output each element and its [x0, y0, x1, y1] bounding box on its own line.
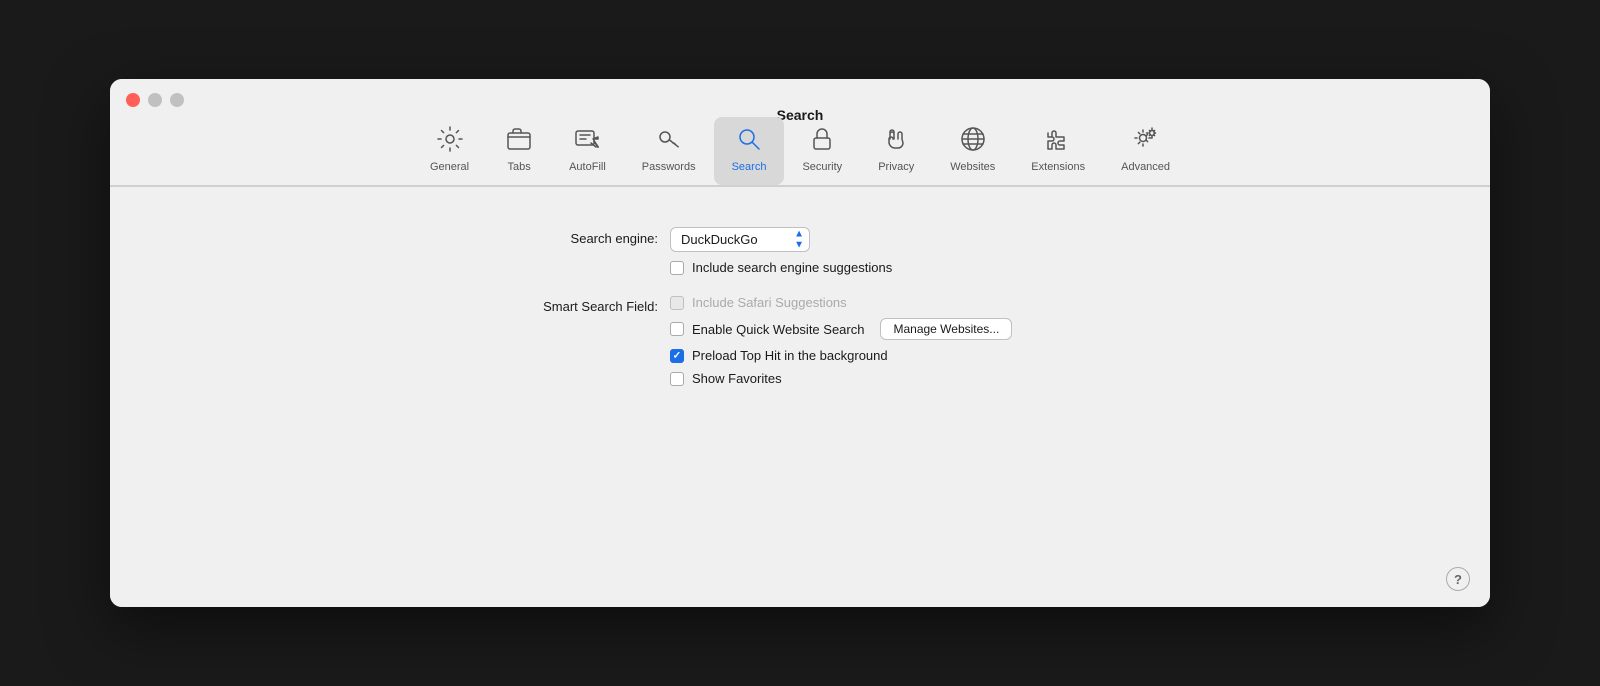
gear-icon	[436, 125, 464, 157]
tabs-icon	[505, 125, 533, 157]
toolbar-item-security[interactable]: Security	[784, 117, 860, 185]
toolbar-item-websites[interactable]: Websites	[932, 117, 1013, 185]
content-area: Search engine: Google Yahoo Bing DuckDuc…	[110, 187, 1490, 607]
toolbar-search-label: Search	[732, 161, 767, 173]
smart-search-controls: Include Safari Suggestions Enable Quick …	[670, 295, 1110, 386]
include-safari-checkbox[interactable]	[670, 296, 684, 310]
maximize-button[interactable]	[170, 93, 184, 107]
search-icon	[735, 125, 763, 157]
smart-search-row: Smart Search Field: Include Safari Sugge…	[490, 295, 1110, 386]
settings-window: Search General	[110, 79, 1490, 607]
include-safari-label: Include Safari Suggestions	[692, 295, 847, 310]
include-safari-row: Include Safari Suggestions	[670, 295, 1110, 310]
include-suggestions-label[interactable]: Include search engine suggestions	[692, 260, 892, 275]
toolbar-autofill-label: AutoFill	[569, 161, 606, 173]
lock-icon	[808, 125, 836, 157]
help-button[interactable]: ?	[1446, 567, 1470, 591]
enable-quick-label[interactable]: Enable Quick Website Search	[692, 322, 864, 337]
show-favorites-row: Show Favorites	[670, 371, 1110, 386]
close-button[interactable]	[126, 93, 140, 107]
window-controls	[126, 93, 184, 107]
show-favorites-checkbox[interactable]	[670, 372, 684, 386]
toolbar-item-tabs[interactable]: Tabs	[487, 117, 551, 185]
toolbar-advanced-label: Advanced	[1121, 161, 1170, 173]
toolbar-security-label: Security	[802, 161, 842, 173]
hand-icon	[882, 125, 910, 157]
toolbar-item-passwords[interactable]: Passwords	[624, 117, 714, 185]
autofill-icon	[573, 125, 601, 157]
globe-icon	[959, 125, 987, 157]
toolbar-tabs-label: Tabs	[507, 161, 530, 173]
search-engine-select-row: Google Yahoo Bing DuckDuckGo Ecosia ▲ ▼	[670, 227, 1110, 252]
gear-advanced-icon	[1132, 125, 1160, 157]
toolbar-item-search[interactable]: Search	[714, 117, 785, 185]
preload-top-hit-label[interactable]: Preload Top Hit in the background	[692, 348, 888, 363]
search-engine-label: Search engine:	[490, 227, 670, 246]
key-icon	[655, 125, 683, 157]
toolbar-item-privacy[interactable]: Privacy	[860, 117, 932, 185]
preload-top-hit-row: Preload Top Hit in the background	[670, 348, 1110, 363]
search-engine-select-wrapper: Google Yahoo Bing DuckDuckGo Ecosia ▲ ▼	[670, 227, 810, 252]
preload-top-hit-checkbox[interactable]	[670, 349, 684, 363]
include-suggestions-row: Include search engine suggestions	[670, 260, 1110, 275]
smart-search-label: Smart Search Field:	[490, 295, 670, 314]
include-suggestions-checkbox[interactable]	[670, 261, 684, 275]
manage-websites-button[interactable]: Manage Websites...	[880, 318, 1012, 340]
toolbar-item-general[interactable]: General	[412, 117, 487, 185]
search-engine-controls: Google Yahoo Bing DuckDuckGo Ecosia ▲ ▼	[670, 227, 1110, 275]
toolbar-item-advanced[interactable]: Advanced	[1103, 117, 1188, 185]
toolbar-general-label: General	[430, 161, 469, 173]
enable-quick-checkbox[interactable]	[670, 322, 684, 336]
toolbar-item-extensions[interactable]: Extensions	[1013, 117, 1103, 185]
toolbar-item-autofill[interactable]: AutoFill	[551, 117, 624, 185]
toolbar-extensions-label: Extensions	[1031, 161, 1085, 173]
titlebar: Search General	[110, 79, 1490, 186]
toolbar-passwords-label: Passwords	[642, 161, 696, 173]
puzzle-icon	[1044, 125, 1072, 157]
show-favorites-label[interactable]: Show Favorites	[692, 371, 782, 386]
search-engine-select[interactable]: Google Yahoo Bing DuckDuckGo Ecosia	[670, 227, 810, 252]
search-engine-row: Search engine: Google Yahoo Bing DuckDuc…	[490, 227, 1110, 275]
toolbar-websites-label: Websites	[950, 161, 995, 173]
minimize-button[interactable]	[148, 93, 162, 107]
toolbar: General Tabs	[392, 117, 1208, 185]
toolbar-privacy-label: Privacy	[878, 161, 914, 173]
settings-grid: Search engine: Google Yahoo Bing DuckDuc…	[450, 227, 1150, 386]
enable-quick-row: Enable Quick Website Search Manage Websi…	[670, 318, 1110, 340]
